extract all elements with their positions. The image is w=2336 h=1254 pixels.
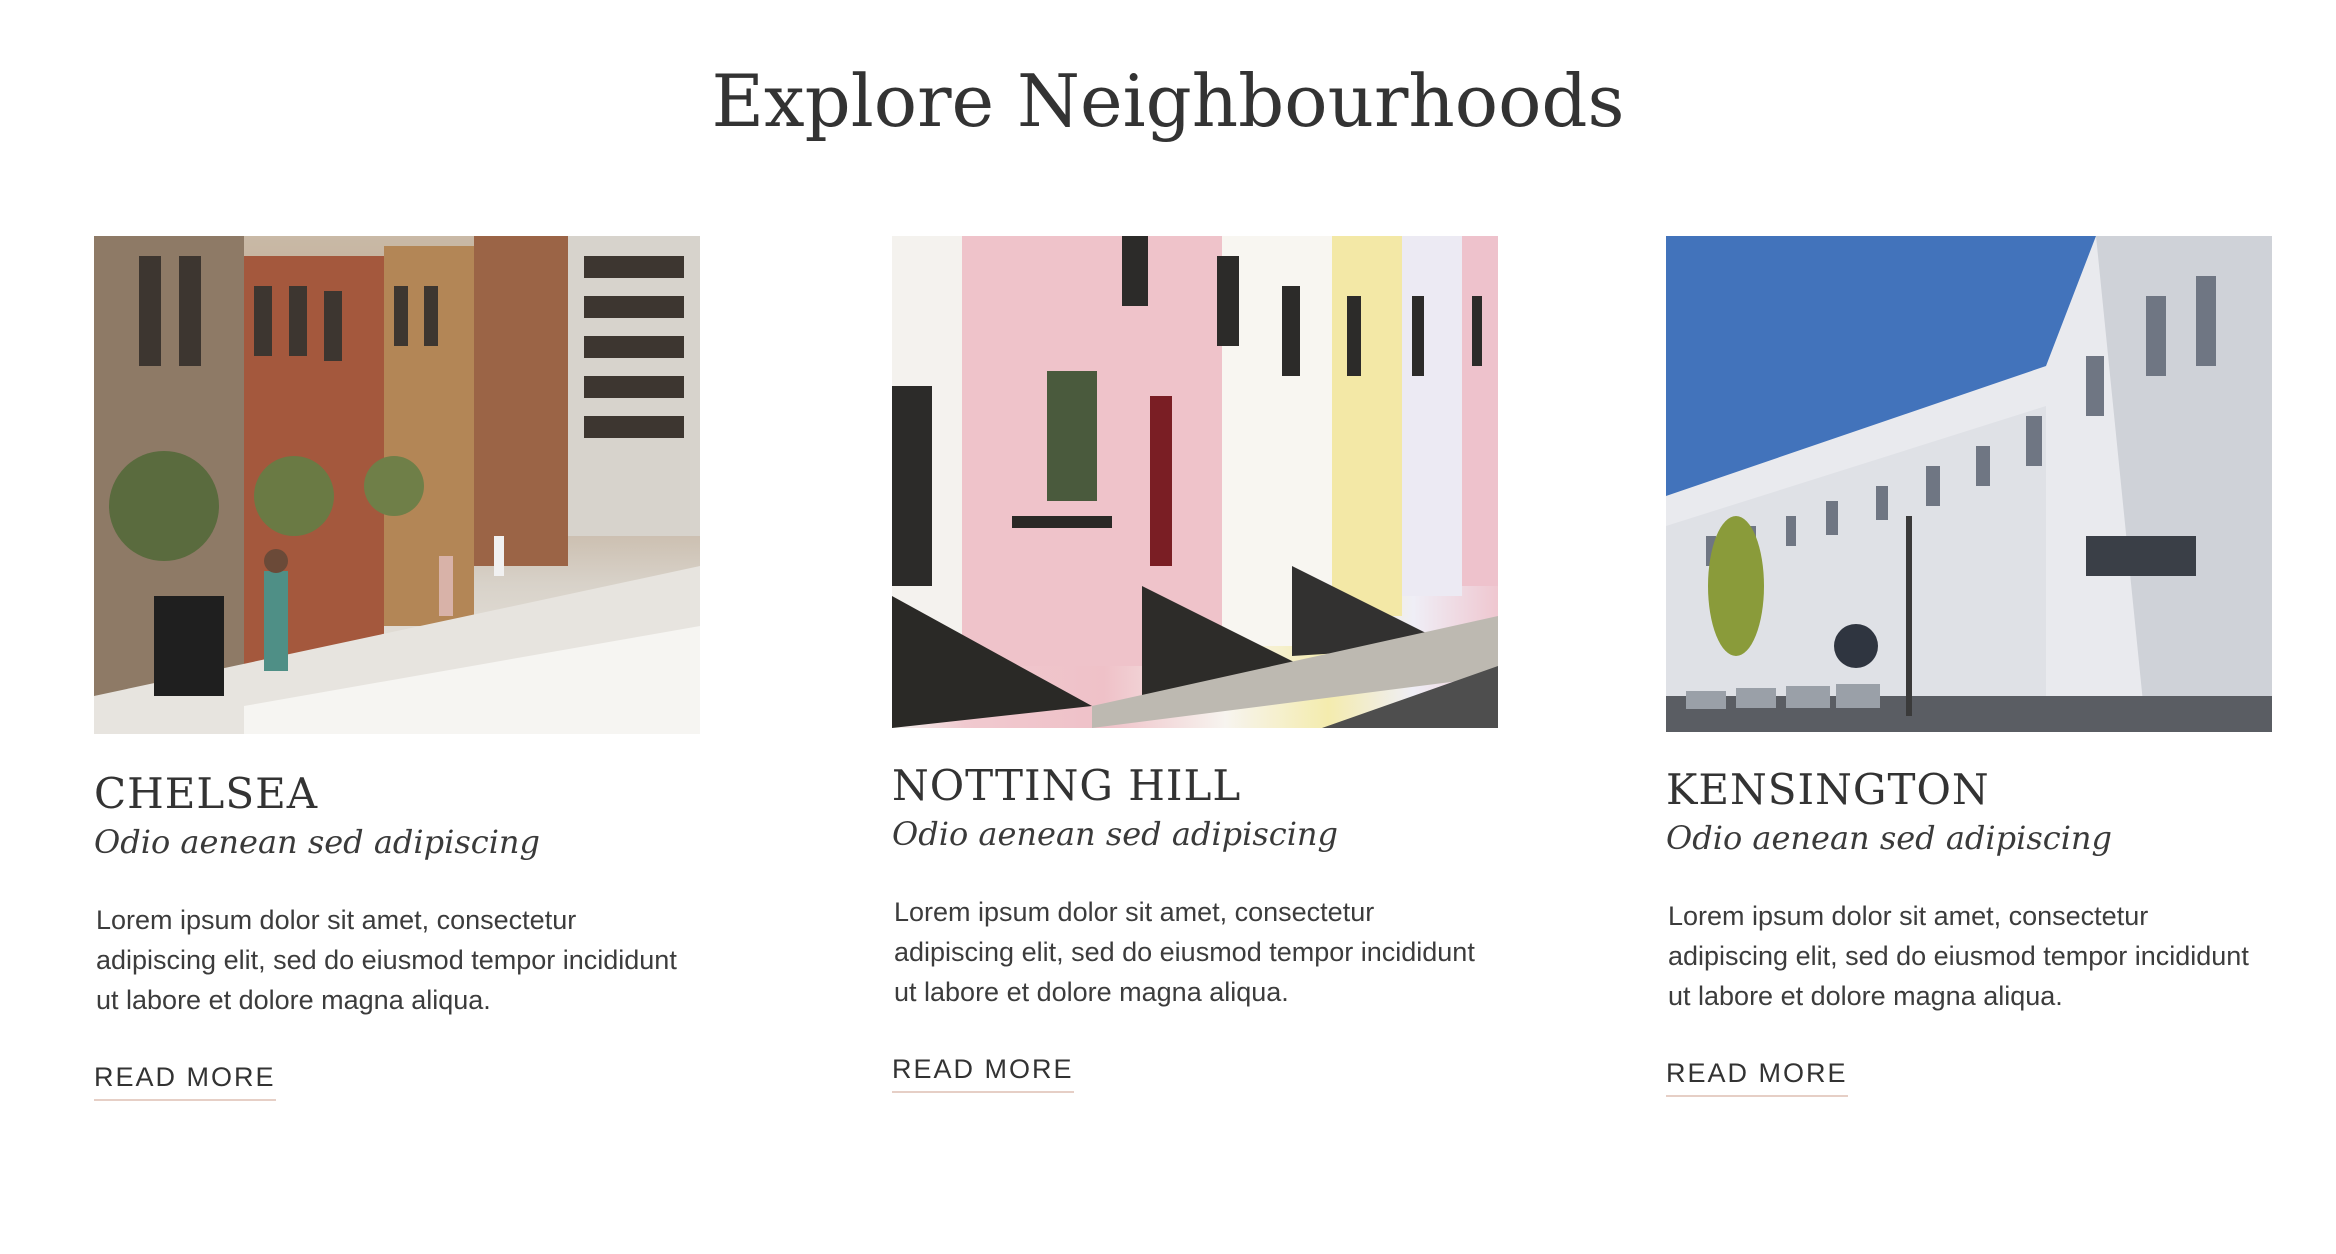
card-subtitle: Odio aenean sed adipiscing	[1666, 819, 2113, 858]
chelsea-street-illustration	[94, 236, 700, 734]
neighbourhood-card-kensington: KENSINGTON Odio aenean sed adipiscing Lo…	[1666, 236, 2272, 1097]
card-subtitle: Odio aenean sed adipiscing	[892, 815, 1339, 854]
kensington-terraces-illustration	[1666, 236, 2272, 732]
notting-hill-photo[interactable]	[892, 236, 1498, 728]
chelsea-photo[interactable]	[94, 236, 700, 734]
card-title: CHELSEA	[94, 769, 319, 818]
kensington-photo[interactable]	[1666, 236, 2272, 732]
card-description: Lorem ipsum dolor sit amet, consectetur …	[894, 896, 1475, 1007]
read-more-link[interactable]: READ MORE	[1666, 1058, 1848, 1097]
card-description: Lorem ipsum dolor sit amet, consectetur …	[96, 904, 677, 1015]
neighbourhood-card-chelsea: CHELSEA Odio aenean sed adipiscing Lorem…	[94, 236, 700, 1101]
card-description: Lorem ipsum dolor sit amet, consectetur …	[1668, 900, 2249, 1011]
card-title: NOTTING HILL	[892, 761, 1242, 810]
page-title: Explore Neighbourhoods	[711, 59, 1625, 143]
card-title: KENSINGTON	[1666, 765, 1990, 814]
read-more-link[interactable]: READ MORE	[892, 1054, 1074, 1093]
neighbourhood-card-notting-hill: NOTTING HILL Odio aenean sed adipiscing …	[892, 236, 1498, 1093]
notting-hill-houses-illustration	[892, 236, 1498, 728]
read-more-link[interactable]: READ MORE	[94, 1062, 276, 1101]
card-subtitle: Odio aenean sed adipiscing	[94, 823, 541, 862]
